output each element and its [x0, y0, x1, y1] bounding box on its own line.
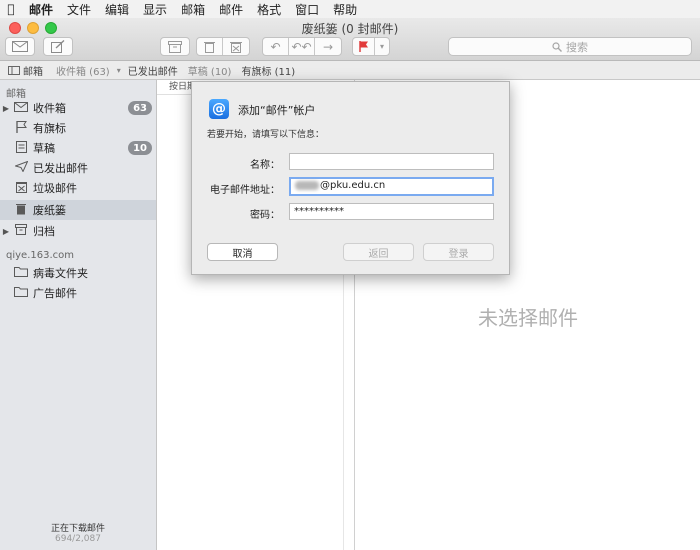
- login-button-label: 登录: [448, 248, 469, 260]
- sidebar-item-virus-folder[interactable]: 病毒文件夹: [0, 263, 156, 283]
- download-status: 正在下载邮件: [50, 524, 105, 534]
- search-field[interactable]: 搜索: [448, 37, 692, 56]
- menu-mailbox[interactable]: 邮箱: [174, 1, 212, 18]
- sidebar-item-sent[interactable]: 已发出邮件: [0, 158, 156, 178]
- sidebar-item-label: 草稿: [33, 142, 55, 155]
- password-field[interactable]: **********: [289, 203, 494, 220]
- trash-icon[interactable]: [197, 38, 223, 55]
- fav-drafts[interactable]: 草稿 (10): [183, 63, 237, 78]
- sidebar-item-ads-folder[interactable]: 广告邮件: [0, 283, 156, 303]
- back-button[interactable]: 返回: [343, 243, 414, 261]
- fav-sent[interactable]: 已发出邮件: [123, 63, 183, 78]
- sidebar-item-label: 垃圾邮件: [33, 182, 77, 195]
- sidebar-item-trash[interactable]: 废纸篓: [0, 200, 156, 220]
- menu-help[interactable]: 帮助: [326, 1, 364, 18]
- mail-at-icon: @: [209, 99, 229, 119]
- dialog-subtitle: 若要开始，请填写以下信息：: [207, 130, 325, 140]
- sidebar-item-label: 有旗标: [33, 122, 66, 135]
- sidebar-item-junk[interactable]: 垃圾邮件: [0, 178, 156, 198]
- unread-count-badge: 63: [128, 101, 152, 115]
- mailbox-sidebar: 邮箱 ▶ 收件箱 63 有旗标 草稿 10 已发出邮件 垃圾邮件 废纸篓 ▶ 归…: [0, 80, 157, 550]
- password-label: 密码：: [250, 210, 280, 221]
- disclosure-triangle-icon[interactable]: ▶: [0, 104, 12, 113]
- sidebar-item-label: 废纸篓: [33, 204, 66, 217]
- trash-icon: [12, 203, 30, 218]
- apple-icon[interactable]: : [0, 2, 22, 16]
- menu-edit[interactable]: 编辑: [98, 1, 136, 18]
- reply-forward-group: ↶ ↶↶ →: [262, 37, 342, 56]
- reply-icon[interactable]: ↶: [263, 38, 289, 55]
- reply-all-icon[interactable]: ↶↶: [289, 38, 315, 55]
- folder-icon: [12, 286, 30, 300]
- login-button[interactable]: 登录: [423, 243, 494, 261]
- cancel-button-label: 取消: [232, 248, 253, 260]
- name-field[interactable]: [289, 153, 494, 170]
- sidebar-item-label: 归档: [33, 225, 55, 238]
- fav-inbox-chevron[interactable]: ▾: [115, 66, 123, 75]
- disclosure-triangle-icon[interactable]: ▶: [0, 227, 12, 236]
- sent-icon: [12, 160, 30, 175]
- draft-icon: [12, 140, 30, 156]
- menu-bar:  邮件 文件 编辑 显示 邮箱 邮件 格式 窗口 帮助: [0, 0, 700, 18]
- sidebar-item-inbox[interactable]: ▶ 收件箱 63: [0, 98, 156, 118]
- sidebar-item-flagged[interactable]: 有旗标: [0, 118, 156, 138]
- envelope-icon: [12, 41, 28, 52]
- chevron-down-icon[interactable]: ▾: [375, 38, 389, 55]
- name-label: 名称：: [250, 160, 280, 171]
- download-progress-count: 694/2,087: [55, 534, 101, 544]
- sidebar-section-account: qiye.163.com: [6, 250, 74, 261]
- folder-icon: [12, 266, 30, 280]
- menu-window[interactable]: 窗口: [288, 1, 326, 18]
- junk-icon[interactable]: [223, 38, 249, 55]
- junk-icon: [12, 181, 30, 196]
- sidebar-item-label: 已发出邮件: [33, 162, 88, 175]
- archive-icon: [12, 224, 30, 238]
- search-placeholder: 搜索: [566, 40, 588, 54]
- window-title: 废纸篓 (0 封邮件): [301, 22, 399, 36]
- dialog-title: 添加“邮件”帐户: [238, 104, 316, 117]
- compose-button[interactable]: [43, 37, 73, 56]
- password-value: **********: [294, 206, 344, 217]
- flag-group: ▾: [352, 37, 390, 56]
- menu-view[interactable]: 显示: [136, 1, 174, 18]
- menu-mail[interactable]: 邮件: [22, 1, 60, 18]
- search-icon: [552, 41, 562, 52]
- fav-inbox[interactable]: 收件箱 (63): [48, 63, 115, 78]
- email-value: @pku.edu.cn: [320, 180, 386, 191]
- menu-message[interactable]: 邮件: [212, 1, 250, 18]
- sidebar-item-label: 收件箱: [33, 102, 66, 115]
- compose-icon: [51, 40, 65, 53]
- no-message-selected: 未选择邮件: [478, 306, 578, 330]
- fav-mailboxes-label: 邮箱: [23, 66, 43, 78]
- forward-arrow-icon[interactable]: →: [315, 38, 341, 55]
- archive-button[interactable]: [160, 37, 190, 56]
- favorites-bar: 邮箱 收件箱 (63) ▾ 已发出邮件 草稿 (10) 有旗标 (11): [0, 61, 700, 80]
- inbox-icon: [12, 101, 30, 115]
- get-mail-button[interactable]: [5, 37, 35, 56]
- fav-mailboxes[interactable]: 邮箱: [0, 63, 48, 78]
- delete-junk-group: [196, 37, 250, 56]
- cancel-button[interactable]: 取消: [207, 243, 278, 261]
- add-account-dialog: @ 添加“邮件”帐户 若要开始，请填写以下信息： 名称： 电子邮件地址： @pk…: [191, 81, 510, 275]
- email-field[interactable]: @pku.edu.cn: [289, 177, 494, 196]
- back-button-label: 返回: [368, 248, 389, 260]
- email-label: 电子邮件地址：: [210, 185, 280, 196]
- flag-icon[interactable]: [353, 38, 375, 55]
- window-titlebar: 废纸篓 (0 封邮件) ↶ ↶↶ → ▾ 搜索: [0, 18, 700, 61]
- sidebar-toggle-icon: [8, 65, 20, 75]
- redacted-username: [295, 180, 319, 190]
- sidebar-item-label: 广告邮件: [33, 287, 77, 300]
- fav-flagged[interactable]: 有旗标 (11): [236, 63, 300, 78]
- flag-icon: [12, 120, 30, 136]
- sidebar-item-label: 病毒文件夹: [33, 267, 88, 280]
- draft-count-badge: 10: [128, 141, 152, 155]
- archive-icon: [168, 40, 182, 53]
- sidebar-item-drafts[interactable]: 草稿 10: [0, 138, 156, 158]
- sidebar-item-archive[interactable]: ▶ 归档: [0, 221, 156, 241]
- menu-format[interactable]: 格式: [250, 1, 288, 18]
- menu-file[interactable]: 文件: [60, 1, 98, 18]
